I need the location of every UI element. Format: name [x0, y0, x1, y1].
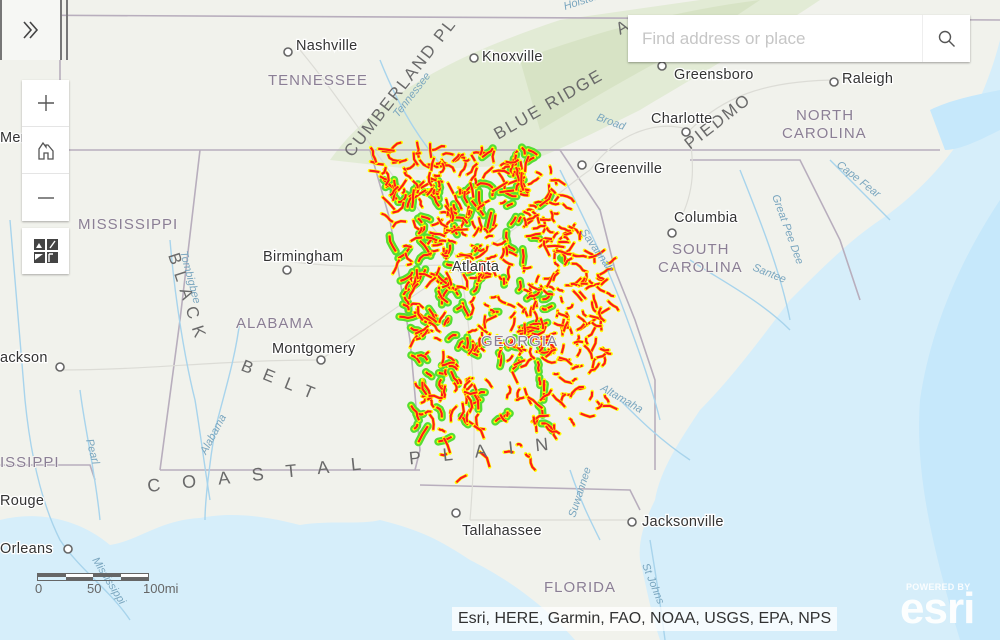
- state-label-alabama: ALABAMA: [236, 315, 314, 332]
- stream-segment[interactable]: [414, 151, 421, 155]
- city-marker-charlotte: [681, 127, 691, 137]
- state-label-mississippi-south: ISSIPPI: [0, 454, 60, 471]
- stream-segment[interactable]: [539, 218, 552, 222]
- stream-segment[interactable]: [529, 306, 533, 317]
- stream-segment[interactable]: [429, 143, 433, 158]
- stream-segment[interactable]: [433, 174, 441, 178]
- city-label-greenville: Greenville: [594, 161, 662, 177]
- stream-segment[interactable]: [443, 369, 448, 376]
- stream-segment[interactable]: [548, 165, 553, 174]
- city-marker-raleigh: [829, 77, 839, 87]
- scale-segment: [120, 574, 148, 580]
- city-label-new-orleans: Orleans: [0, 541, 53, 557]
- scale-segment: [93, 574, 121, 580]
- stream-segment[interactable]: [402, 244, 412, 249]
- city-marker-greenville: [577, 160, 587, 170]
- city-label-greensboro: Greensboro: [674, 67, 754, 83]
- panel-toggle-button[interactable]: [0, 0, 62, 60]
- city-marker-jacksonville: [627, 517, 637, 527]
- stream-segment[interactable]: [522, 266, 532, 270]
- search-icon: [938, 30, 955, 47]
- esri-logo[interactable]: POWERED BY esri: [900, 580, 992, 633]
- city-marker-jackson: [55, 362, 65, 372]
- esri-wordmark: esri: [900, 584, 975, 633]
- state-label-georgia: GEORGIA: [481, 333, 558, 350]
- city-marker-greensboro: [657, 61, 667, 71]
- city-marker-new-orleans: [63, 544, 73, 554]
- stream-segment[interactable]: [521, 248, 525, 264]
- city-label-knoxville: Knoxville: [482, 49, 543, 65]
- stream-segment[interactable]: [545, 244, 565, 249]
- search-widget: [628, 15, 970, 62]
- city-marker-montgomery: [316, 355, 326, 365]
- city-label-baton-rouge: Rouge: [0, 493, 44, 509]
- zoom-out-button[interactable]: [22, 174, 69, 221]
- home-icon: [37, 141, 54, 160]
- home-button[interactable]: [22, 127, 69, 174]
- plus-icon: [37, 95, 54, 111]
- city-label-columbia: Columbia: [674, 210, 738, 226]
- panel-divider: [66, 0, 70, 60]
- city-label-jackson: ackson: [0, 350, 48, 366]
- search-button[interactable]: [922, 15, 970, 62]
- stream-segment[interactable]: [415, 269, 419, 280]
- scale-segment: [65, 574, 93, 580]
- stream-segment[interactable]: [538, 377, 542, 386]
- state-label-florida: FLORIDA: [544, 579, 616, 596]
- city-label-raleigh: Raleigh: [842, 71, 893, 87]
- state-label-south-carolina-2: CAROLINA: [658, 259, 743, 276]
- basemap-gallery-button[interactable]: [22, 228, 69, 274]
- city-marker-nashville: [283, 47, 293, 57]
- city-label-jacksonville: Jacksonville: [642, 514, 724, 530]
- city-marker-tallahassee: [451, 508, 461, 518]
- attribution-text[interactable]: Esri, HERE, Garmin, FAO, NOAA, USGS, EPA…: [452, 607, 838, 631]
- stream-segment[interactable]: [505, 411, 509, 417]
- stream-segment[interactable]: [458, 188, 462, 195]
- stream-segment[interactable]: [553, 372, 559, 376]
- state-label-north-carolina: NORTH: [796, 107, 854, 124]
- city-label-montgomery: Montgomery: [272, 341, 356, 357]
- stream-segment[interactable]: [483, 315, 487, 329]
- state-label-south-carolina: SOUTH: [672, 241, 730, 258]
- scale-segment: [38, 574, 66, 580]
- city-label-atlanta: Atlanta: [452, 259, 500, 275]
- stream-segment[interactable]: [536, 360, 541, 372]
- stream-segment[interactable]: [505, 246, 509, 256]
- minus-icon: [37, 196, 54, 199]
- stream-segment[interactable]: [532, 416, 537, 425]
- city-label-charlotte: Charlotte: [651, 111, 713, 127]
- search-input[interactable]: [628, 15, 922, 62]
- state-label-tennessee: TENNESSEE: [268, 72, 368, 89]
- scale-label-100: 100mi: [143, 581, 179, 596]
- state-label-north-carolina-2: CAROLINA: [782, 125, 867, 142]
- stream-segment[interactable]: [572, 254, 588, 258]
- stream-segment[interactable]: [465, 337, 470, 349]
- zoom-in-button[interactable]: [22, 80, 69, 127]
- zoom-controls: [22, 80, 69, 221]
- scale-label-50: 50: [87, 581, 102, 596]
- stream-segment[interactable]: [490, 295, 498, 299]
- scale-bar: 0 50 100mi: [35, 573, 178, 597]
- state-label-mississippi: MISSISSIPPI: [78, 216, 178, 233]
- city-label-tallahassee: Tallahassee: [462, 523, 542, 539]
- city-label-nashville: Nashville: [296, 38, 358, 54]
- city-marker-knoxville: [469, 53, 479, 63]
- stream-segment[interactable]: [441, 152, 454, 156]
- map-view[interactable]: CUMBERLAND PL BLUE RIDGE PIEDMO A BLACK …: [0, 0, 1000, 640]
- stream-segment[interactable]: [369, 169, 380, 174]
- city-marker-birmingham: [282, 265, 292, 275]
- scale-bar-track: [37, 573, 149, 581]
- scale-label-0: 0: [35, 581, 43, 596]
- double-chevron-right-icon: [23, 21, 39, 39]
- basemap-gallery-icon: [33, 239, 58, 263]
- stream-segment[interactable]: [432, 188, 436, 195]
- stream-segment[interactable]: [437, 180, 441, 188]
- stream-segment[interactable]: [531, 236, 540, 240]
- stream-segment[interactable]: [467, 209, 471, 217]
- stream-segment[interactable]: [438, 371, 444, 375]
- city-label-birmingham: Birmingham: [263, 249, 343, 265]
- city-marker-columbia: [667, 228, 677, 238]
